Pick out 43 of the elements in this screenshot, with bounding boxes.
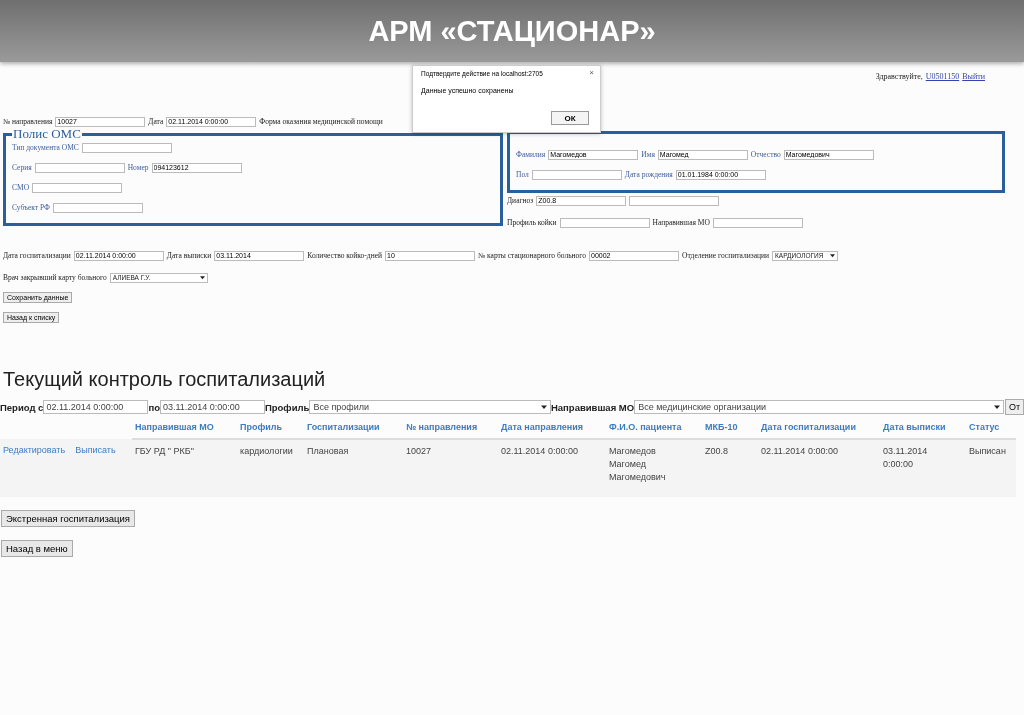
table-cell: ГБУ РД " РКБ" <box>132 439 237 497</box>
caret-icon <box>830 253 836 258</box>
table-cell: 10027 <box>403 439 498 497</box>
logout-link[interactable]: Выйти <box>962 72 985 116</box>
table-cell: 03.11.2014 0:00:00 <box>880 439 966 497</box>
table-cell: Плановая <box>304 439 403 497</box>
filter-label: Направившая МО <box>550 401 635 413</box>
input-field[interactable] <box>32 182 123 193</box>
input-field[interactable] <box>81 142 172 153</box>
input-field[interactable] <box>34 162 125 173</box>
user-link[interactable]: U0501150 <box>925 72 960 116</box>
table-cell: 02.11.2014 0:00:00 <box>758 439 880 497</box>
action-link[interactable]: Выписать <box>75 445 116 455</box>
input-field[interactable] <box>52 202 143 213</box>
input-field[interactable] <box>531 169 622 180</box>
filter-field[interactable]: 02.11.2014 0:00:00 <box>43 400 149 414</box>
caret-icon <box>540 404 547 410</box>
input-field[interactable] <box>559 217 650 228</box>
page-button[interactable]: Назад в меню <box>1 540 73 557</box>
filter-field[interactable]: 03.11.2014 0:00:00 <box>159 400 265 414</box>
table-cell: 02.11.2014 0:00:00 <box>498 439 606 497</box>
filter-dropdown[interactable]: Все профили <box>309 400 551 414</box>
input-field[interactable] <box>629 195 720 206</box>
table-cell: Выписан <box>966 439 1016 497</box>
close-button[interactable]: × <box>589 68 594 77</box>
caret-icon <box>993 404 1000 410</box>
table-cell: кардиологии <box>237 439 304 497</box>
action-link[interactable]: Редактировать <box>3 445 66 455</box>
page-button[interactable]: Экстренная госпитализация <box>1 510 135 527</box>
fieldset-legend: Полис ОМС <box>12 128 82 140</box>
filter-dropdown[interactable]: Все медицинские организации <box>634 400 1004 414</box>
ok-button[interactable]: ОК <box>551 111 589 125</box>
slide-title: АРМ «СТАЦИОНАР» <box>368 14 656 48</box>
filter-label: Профиль <box>264 401 310 413</box>
filter-button[interactable]: От <box>1004 399 1024 415</box>
table-cell: Z00.8 <box>702 439 758 497</box>
input-field[interactable] <box>712 217 803 228</box>
table-cell: Магомедов Магомед Магомедович <box>606 439 702 497</box>
filter-label: Период с <box>0 401 44 413</box>
filter-label: по <box>148 401 160 413</box>
greeting-text: Здравствуйте, <box>875 72 923 83</box>
section-title: Текущий контроль госпитализаций <box>3 368 327 391</box>
caret-icon <box>199 275 205 280</box>
